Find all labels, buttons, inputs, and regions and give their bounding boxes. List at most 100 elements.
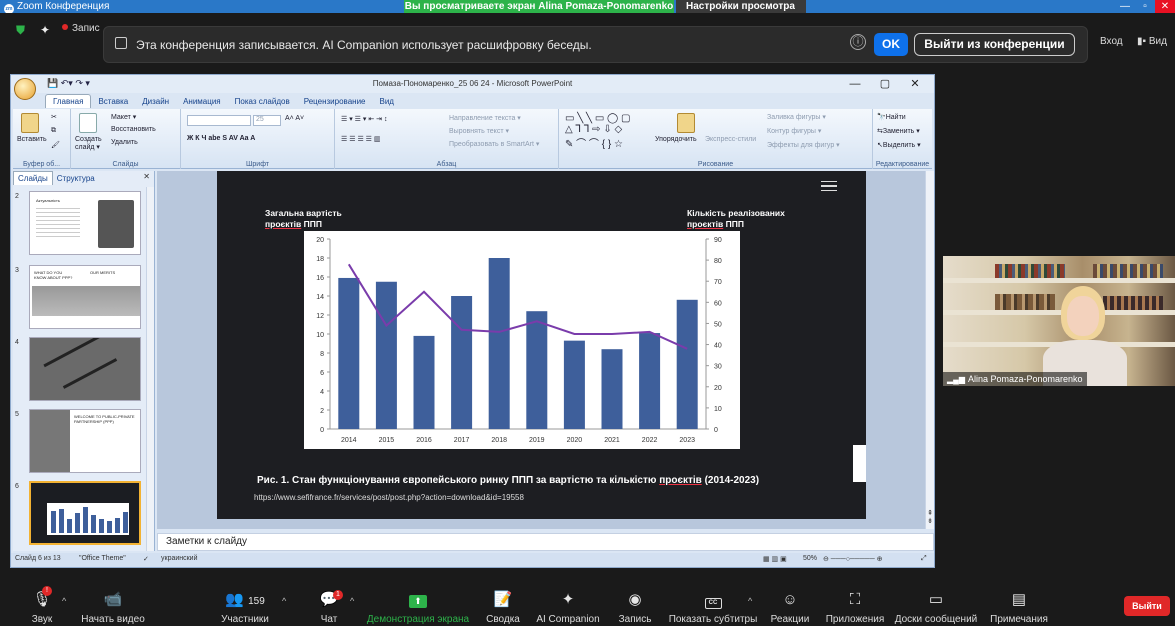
menu-icon[interactable] bbox=[821, 181, 837, 191]
new-slide-icon[interactable] bbox=[79, 113, 97, 133]
view-options-button[interactable]: Настройки просмотра ⌄ bbox=[676, 0, 806, 25]
view-buttons[interactable]: ▦ ▥ ▣ bbox=[763, 555, 787, 563]
chart-bar bbox=[526, 311, 548, 429]
spellcheck-icon[interactable]: ✓ bbox=[143, 555, 149, 563]
captions-button[interactable]: CC Показать субтитры bbox=[668, 582, 758, 626]
paste-icon[interactable] bbox=[21, 113, 39, 133]
apps-button[interactable]: ⛶ Приложения bbox=[824, 582, 886, 626]
sign-in-button[interactable]: Вход bbox=[1100, 36, 1123, 47]
ppt-restore-button[interactable]: ▢ bbox=[870, 77, 900, 90]
fit-icon[interactable]: ⤢ bbox=[921, 555, 927, 563]
tab-home[interactable]: Главная bbox=[45, 94, 92, 108]
arrange-icon[interactable] bbox=[677, 113, 695, 133]
right-tick-label: 40 bbox=[714, 343, 722, 350]
slide-canvas[interactable]: Загальна вартість проєктів ППП Кількість … bbox=[217, 171, 866, 519]
tab-slides[interactable]: Слайды bbox=[13, 171, 53, 185]
recording-indicator[interactable]: Запис bbox=[62, 23, 100, 34]
reactions-button[interactable]: ☺ Реакции bbox=[770, 582, 810, 626]
tab-animation[interactable]: Анимация bbox=[176, 95, 228, 108]
ribbon-tabs: Главная Вставка Дизайн Анимация Показ слайдо… bbox=[45, 94, 401, 108]
format-painter-icon[interactable]: 🖌 bbox=[51, 141, 60, 149]
view-button[interactable]: ▮▪ Вид bbox=[1137, 36, 1167, 47]
slide-thumbnail[interactable]: WHAT DO YOU KNOW ABOUT PPP? OUR MERITS bbox=[29, 265, 141, 329]
minimize-button[interactable]: — bbox=[1115, 0, 1135, 13]
shapes-gallery[interactable]: ▭ ╲ ╲ ▭ ◯ ▢ △ ⅂ ⅂ ⇨ ⇩ ◇ ✎ ⌒ ⌒ { } ☆ bbox=[565, 113, 630, 150]
ppt-minimize-button[interactable]: — bbox=[840, 78, 870, 90]
smartart-button[interactable]: Преобразовать в SmartArt ▾ bbox=[449, 140, 539, 148]
quick-styles-button[interactable]: Экспресс-стили bbox=[705, 136, 756, 143]
leave-button[interactable]: Выйти bbox=[1124, 596, 1170, 616]
customize-icon[interactable]: ▾ bbox=[85, 78, 90, 88]
redo-icon[interactable]: ↷ bbox=[75, 78, 83, 88]
language-label[interactable]: украинский bbox=[161, 555, 198, 562]
delete-slide-button[interactable]: Удалить bbox=[111, 139, 138, 146]
record-button[interactable]: ◉ Запись bbox=[616, 582, 654, 626]
audio-options-caret[interactable]: ^ bbox=[62, 596, 66, 606]
chat-button[interactable]: 💬 Чат bbox=[314, 582, 344, 626]
paste-button[interactable]: Вставить bbox=[17, 136, 47, 143]
sparkle-icon[interactable]: ✦ bbox=[40, 23, 50, 37]
captions-caret[interactable]: ^ bbox=[748, 596, 752, 606]
participant-video[interactable]: ▂▄▆ Alina Pomaza-Ponomarenko bbox=[943, 256, 1175, 386]
undo-icon[interactable]: ↶▾ bbox=[61, 78, 73, 88]
tab-insert[interactable]: Вставка bbox=[91, 95, 135, 108]
pane-scrollbar[interactable] bbox=[146, 187, 154, 551]
reset-button[interactable]: Восстановить bbox=[111, 126, 156, 133]
new-slide-button[interactable]: Создать слайд ▾ bbox=[75, 136, 109, 152]
notes-button[interactable]: ▤ Примечания bbox=[988, 582, 1050, 626]
participants-caret[interactable]: ^ bbox=[282, 596, 286, 606]
shape-effects-button[interactable]: Эффекты для фигур ▾ bbox=[767, 141, 840, 149]
start-video-button[interactable]: 📹 Начать видео bbox=[78, 582, 148, 626]
left-tick-label: 20 bbox=[316, 237, 324, 244]
chat-caret[interactable]: ^ bbox=[350, 596, 354, 606]
notes-pane[interactable]: Заметки к слайду bbox=[157, 533, 934, 551]
office-button[interactable] bbox=[14, 78, 36, 100]
tab-view[interactable]: Вид bbox=[373, 95, 401, 108]
text-direction-button[interactable]: Направление текста ▾ bbox=[449, 114, 521, 122]
restore-button[interactable]: ▫ bbox=[1135, 0, 1155, 13]
participants-button[interactable]: 👥 159 Участники bbox=[214, 582, 276, 626]
ok-button[interactable]: OK bbox=[874, 33, 908, 56]
layout-button[interactable]: Макет ▾ bbox=[111, 113, 136, 121]
ppt-close-button[interactable]: ✕ bbox=[900, 77, 930, 90]
format-buttons[interactable]: Ж К Ч abe S AV Aa A bbox=[187, 135, 255, 142]
whiteboards-button[interactable]: ▭ Доски сообщений bbox=[894, 582, 978, 626]
cut-icon[interactable]: ✂ bbox=[51, 113, 57, 121]
replace-button[interactable]: ⇆Заменить ▾ bbox=[877, 127, 920, 135]
tab-slideshow[interactable]: Показ слайдов bbox=[228, 95, 297, 108]
shield-icon[interactable]: ⛊ bbox=[16, 23, 25, 38]
left-tick-label: 14 bbox=[316, 294, 324, 301]
slide-thumbnail[interactable]: WELCOME TO PUBLIC-PRIVATE PARTNERSHIP (P… bbox=[29, 409, 141, 473]
align-text-button[interactable]: Выровнять текст ▾ bbox=[449, 127, 509, 135]
arrange-button[interactable]: Упорядочить bbox=[655, 136, 697, 143]
grow-font-icon[interactable]: A˄ A˅ bbox=[285, 115, 304, 122]
tab-review[interactable]: Рецензирование bbox=[297, 95, 373, 108]
slide-thumbnail[interactable]: Актуальність bbox=[29, 191, 141, 255]
shape-fill-button[interactable]: Заливка фигуры ▾ bbox=[767, 113, 826, 121]
slide-thumbnail[interactable] bbox=[29, 337, 141, 401]
select-button[interactable]: ↖Выделить ▾ bbox=[877, 141, 921, 149]
close-button[interactable]: ✕ bbox=[1155, 0, 1175, 13]
save-icon[interactable]: 💾 bbox=[47, 78, 58, 88]
list-icon[interactable]: ☰ ▾ ☰ ▾ ⇤ ⇥ ↕ bbox=[341, 115, 387, 123]
share-screen-button[interactable]: ⬆ Демонстрация экрана bbox=[366, 582, 470, 626]
close-icon[interactable]: ✕ bbox=[143, 172, 150, 181]
font-name-box[interactable] bbox=[187, 115, 251, 126]
editor-scrollbar[interactable]: ⇞ ⇟ bbox=[925, 171, 934, 529]
copy-icon[interactable]: ⧉ bbox=[51, 127, 56, 135]
tab-outline[interactable]: Структура bbox=[53, 172, 99, 185]
find-button[interactable]: 🔭Найти bbox=[877, 113, 906, 121]
info-icon[interactable]: ⓘ bbox=[850, 34, 866, 50]
source-link[interactable]: https://www.sefifrance.fr/services/post/… bbox=[254, 493, 524, 502]
zoom-slider[interactable]: ⊖ ───○───── ⊕ bbox=[823, 555, 883, 563]
tab-design[interactable]: Дизайн bbox=[135, 95, 176, 108]
summary-button[interactable]: 📝 Сводка bbox=[484, 582, 522, 626]
zoom-level[interactable]: 50% bbox=[803, 555, 817, 562]
leave-meeting-button[interactable]: Выйти из конференции bbox=[914, 33, 1075, 56]
font-size-box[interactable]: 25 bbox=[253, 115, 281, 126]
align-icon[interactable]: ☰ ☰ ☰ ☰ ▥ bbox=[341, 135, 381, 143]
scroll-arrows-icon[interactable]: ⇞ ⇟ bbox=[926, 509, 934, 525]
shape-outline-button[interactable]: Контур фигуры ▾ bbox=[767, 127, 821, 135]
slide-thumbnail-selected[interactable] bbox=[29, 481, 141, 545]
ai-companion-button[interactable]: ✦ AI Companion bbox=[536, 582, 600, 626]
